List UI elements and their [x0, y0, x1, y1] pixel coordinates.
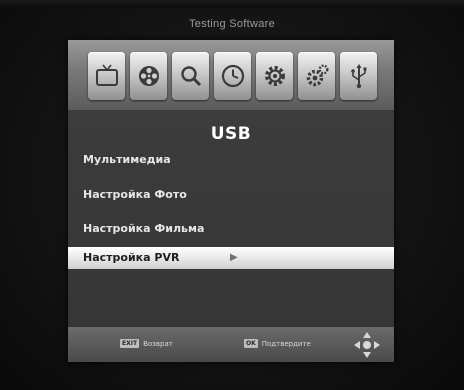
- settings-gear-icon[interactable]: [256, 52, 293, 100]
- app-title: Testing Software: [188, 18, 276, 30]
- system-gears-icon[interactable]: [298, 52, 335, 100]
- menu-item-label: Настройка PVR: [83, 251, 180, 264]
- menu-item-movie-settings[interactable]: Настройка Фильма: [68, 218, 394, 240]
- back-label: Возврат: [143, 339, 173, 348]
- menu-content: USB Мультимедиа Настройка Фото Настройка…: [68, 110, 394, 334]
- tv-icon[interactable]: [88, 52, 125, 100]
- top-strip: [0, 0, 464, 8]
- menu-item-label: Настройка Фильма: [83, 222, 205, 235]
- menu-window: USB Мультимедиа Настройка Фото Настройка…: [68, 40, 394, 362]
- menu-title: USB: [210, 124, 252, 144]
- footer-hints-bar: EXIT Возврат OK Подтвердите: [68, 327, 394, 362]
- exit-key-icon: EXIT: [120, 339, 140, 348]
- search-icon[interactable]: [172, 52, 209, 100]
- clock-icon[interactable]: [214, 52, 251, 100]
- back-hint: EXIT Возврат: [120, 339, 173, 348]
- menu-item-label: Настройка Фото: [83, 188, 187, 201]
- film-reel-icon[interactable]: [130, 52, 167, 100]
- confirm-label: Подтвердите: [261, 339, 311, 348]
- icon-bar: [68, 40, 394, 110]
- menu-item-photo-settings[interactable]: Настройка Фото: [68, 184, 394, 206]
- ok-key-icon: OK: [244, 339, 258, 348]
- tv-screen: Testing Software USB Мультимедиа Настрой…: [0, 0, 464, 390]
- menu-item-multimedia[interactable]: Мультимедиа: [68, 149, 394, 171]
- menu-item-pvr-settings[interactable]: Настройка PVR ▶: [68, 247, 394, 269]
- confirm-hint: OK Подтвердите: [244, 339, 311, 348]
- navigation-dpad-icon: [352, 330, 382, 360]
- submenu-arrow-icon: ▶: [230, 252, 238, 263]
- menu-item-label: Мультимедиа: [83, 153, 171, 166]
- usb-icon[interactable]: [340, 52, 377, 100]
